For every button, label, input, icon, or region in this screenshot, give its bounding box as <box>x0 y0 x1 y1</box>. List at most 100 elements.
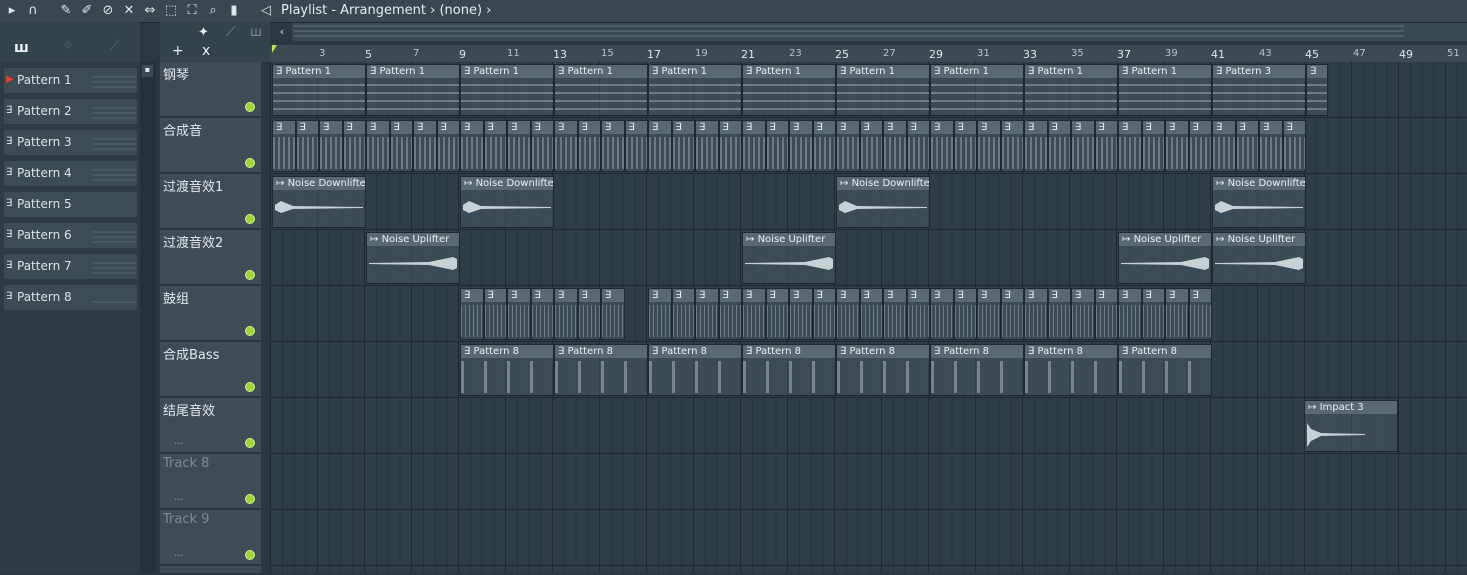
pattern-clip-small[interactable]: ∃ <box>1024 288 1048 340</box>
track-header[interactable]: 合成音 <box>160 118 261 174</box>
pattern-clip-small[interactable]: ∃ <box>765 120 789 172</box>
track-name[interactable]: 过渡音效2 <box>163 232 223 251</box>
add-track-button[interactable]: + <box>172 43 184 59</box>
pattern-clip-small[interactable]: ∃ <box>530 120 554 172</box>
timeline-ruler[interactable]: 5 9 13 17 21 25 29 33 37 41 45 49 3 7 11 15 19 23 27 31 35 39… <box>270 45 1467 62</box>
pattern-item[interactable]: ∃ Pattern 4 <box>4 161 137 186</box>
pattern-clip-small[interactable]: ∃ <box>1188 288 1212 340</box>
track-header[interactable]: 钢琴 <box>160 62 261 118</box>
track-header[interactable]: Track 8 ... <box>160 454 261 510</box>
pattern-clip-small[interactable]: ∃ <box>836 288 860 340</box>
pattern-clip[interactable]: ∃ Pattern 1 <box>1118 64 1212 116</box>
pattern-item[interactable]: ∃ Pattern 3 <box>4 130 137 155</box>
track-enable-led[interactable] <box>245 438 255 448</box>
mute-icon[interactable]: ✕ <box>121 3 137 19</box>
pattern-clip-small[interactable]: ∃ <box>789 288 813 340</box>
track-enable-led[interactable] <box>245 158 255 168</box>
automation-curve-icon[interactable]: ⟋ <box>226 25 235 40</box>
track-enable-led[interactable] <box>245 102 255 112</box>
pattern-clip-small[interactable]: ∃ <box>906 288 930 340</box>
pattern-clip-small[interactable]: ∃ <box>483 120 507 172</box>
pattern-clip-small[interactable]: ∃ <box>601 120 625 172</box>
pattern-clip[interactable]: ∃ Pattern 8 <box>554 344 648 396</box>
close-button[interactable]: x <box>202 43 210 59</box>
zoom-icon[interactable]: ⌕ <box>205 3 221 19</box>
pattern-clip-small[interactable]: ∃ <box>530 288 554 340</box>
scroll-up-icon[interactable]: ▪ <box>142 65 153 77</box>
select-icon[interactable]: ⬚ <box>163 3 179 19</box>
pattern-clip-small[interactable]: ∃ <box>366 120 390 172</box>
pattern-clip-small[interactable]: ∃ <box>507 288 531 340</box>
pattern-clip-small[interactable]: ∃ <box>413 120 437 172</box>
pattern-clip-small[interactable]: ∃ <box>577 288 601 340</box>
pattern-clip-small[interactable]: ∃ <box>1000 288 1024 340</box>
pattern-clip-small[interactable]: ∃ <box>671 288 695 340</box>
pattern-clip[interactable]: ∃ Pattern 1 <box>366 64 460 116</box>
track-enable-led[interactable] <box>245 494 255 504</box>
track-enable-led[interactable] <box>245 382 255 392</box>
pattern-clip-small[interactable]: ∃ <box>483 288 507 340</box>
piano-roll-icon[interactable]: ш <box>14 40 29 56</box>
pattern-clip-small[interactable]: ∃ <box>695 288 719 340</box>
pattern-clip-small[interactable]: ∃ <box>554 120 578 172</box>
pattern-clip-small[interactable]: ∃ <box>1282 120 1306 172</box>
pattern-clip[interactable]: ∃ Pattern 1 <box>836 64 930 116</box>
playhead-marker-icon[interactable] <box>272 45 277 53</box>
playlist-grid[interactable]: ∃ Pattern 1 ∃ Pattern 1 ∃ Pattern 1 ∃ Pa… <box>270 62 1467 573</box>
pattern-clip-small[interactable]: ∃ <box>812 120 836 172</box>
audio-clip[interactable]: ↦ Impact 3 <box>1304 400 1398 452</box>
pattern-clip[interactable]: ∃ Pattern 8 <box>648 344 742 396</box>
audio-clip-icon[interactable]: ✧ <box>62 38 74 54</box>
playback-icon[interactable]: ▮ <box>226 3 242 19</box>
pattern-clip[interactable]: ∃ Pattern 8 <box>1118 344 1212 396</box>
pattern-clip-small[interactable]: ∃ <box>1141 120 1165 172</box>
slip-icon[interactable]: ⇔ <box>142 3 158 19</box>
pattern-clip[interactable]: ∃ Pattern 1 <box>742 64 836 116</box>
pattern-clip-small[interactable]: ∃ <box>1071 120 1095 172</box>
pattern-clip-small[interactable]: ∃ <box>718 120 742 172</box>
pattern-clip-small[interactable]: ∃ <box>1071 288 1095 340</box>
pattern-clip-small[interactable]: ∃ <box>695 120 719 172</box>
pattern-clip-small[interactable]: ∃ <box>718 288 742 340</box>
pattern-clip[interactable]: ∃ Pattern 1 <box>272 64 366 116</box>
track-header[interactable]: 合成Bass <box>160 342 261 398</box>
pattern-clip-small[interactable]: ∃ <box>648 288 672 340</box>
track-enable-led[interactable] <box>245 326 255 336</box>
piano-roll-small-icon[interactable]: ш <box>250 25 262 40</box>
pattern-item[interactable]: ∃ Pattern 5 <box>4 192 137 217</box>
pattern-item[interactable]: ∃ Pattern 8 <box>4 285 137 310</box>
pattern-item[interactable]: ▶ Pattern 1 <box>4 68 137 93</box>
pattern-clip[interactable]: ∃ Pattern 8 <box>836 344 930 396</box>
track-name[interactable]: 合成Bass <box>163 344 219 363</box>
pattern-clip-small[interactable]: ∃ <box>1141 288 1165 340</box>
pattern-clip-small[interactable]: ∃ <box>554 288 578 340</box>
pattern-item[interactable]: ∃ Pattern 6 <box>4 223 137 248</box>
pattern-clip-small[interactable]: ∃ <box>460 288 484 340</box>
pattern-clip-small[interactable]: ∃ <box>507 120 531 172</box>
pattern-clip-small[interactable]: ∃ <box>1047 288 1071 340</box>
pattern-clip-small[interactable]: ∃ <box>765 288 789 340</box>
audio-clip[interactable]: ↦ Noise Uplifter <box>1212 232 1306 284</box>
pattern-clip-small[interactable]: ∃ <box>1165 288 1189 340</box>
pattern-clip-small[interactable]: ∃ <box>953 288 977 340</box>
fullscreen-select-icon[interactable]: ⛶ <box>184 3 200 19</box>
track-header[interactable] <box>160 566 261 575</box>
track-name[interactable]: 钢琴 <box>163 64 189 83</box>
pattern-clip-small[interactable]: ∃ <box>953 120 977 172</box>
track-enable-led[interactable] <box>245 214 255 224</box>
pattern-clip[interactable]: ∃ Pattern 1 <box>1024 64 1118 116</box>
pattern-clip-small[interactable]: ∃ <box>906 120 930 172</box>
pattern-clip-partial[interactable]: ∃ <box>1306 64 1328 116</box>
pattern-clip[interactable]: ∃ Pattern 8 <box>742 344 836 396</box>
track-header[interactable]: 鼓组 <box>160 286 261 342</box>
pattern-clip-small[interactable]: ∃ <box>671 120 695 172</box>
pattern-clip-small[interactable]: ∃ <box>883 120 907 172</box>
pattern-clip-small[interactable]: ∃ <box>624 120 648 172</box>
audio-clip[interactable]: ↦ Noise Uplifter <box>742 232 836 284</box>
track-name[interactable]: 合成音 <box>163 120 202 139</box>
track-name[interactable]: 鼓组 <box>163 288 189 307</box>
pattern-selector[interactable]: (none) <box>439 3 482 18</box>
pattern-clip-small[interactable]: ∃ <box>1047 120 1071 172</box>
pattern-clip[interactable]: ∃ Pattern 3 <box>1212 64 1306 116</box>
pattern-clip-small[interactable]: ∃ <box>601 288 625 340</box>
